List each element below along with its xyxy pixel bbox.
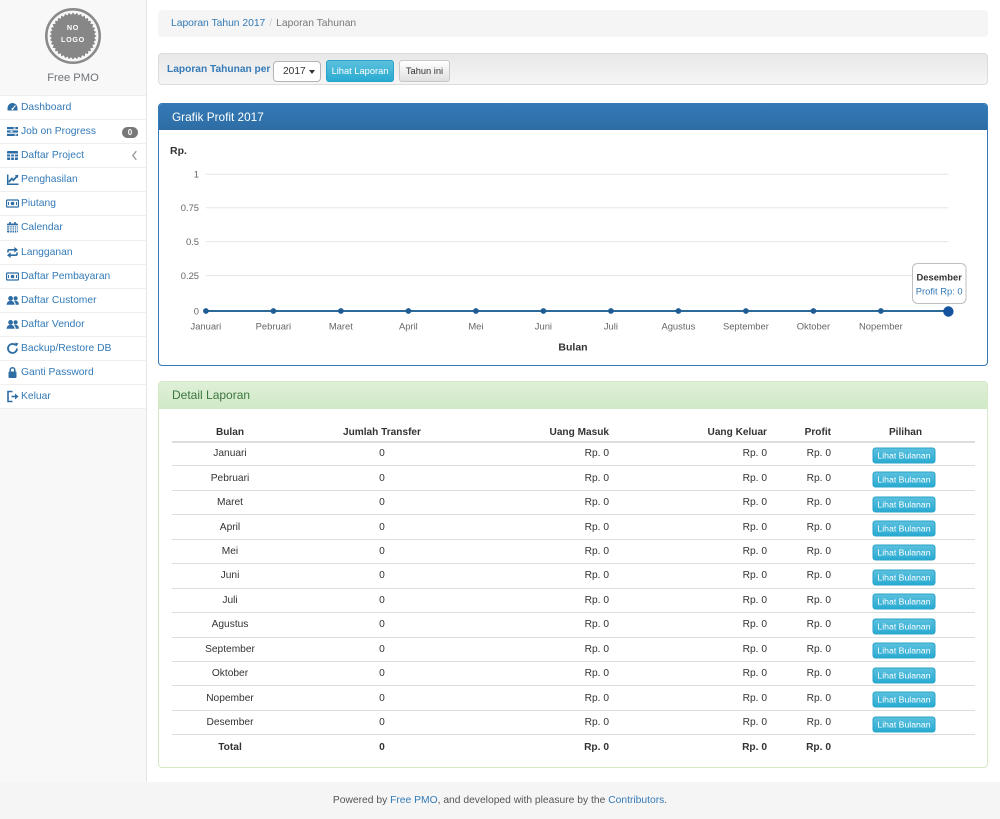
svg-text:Oktober: Oktober xyxy=(797,321,830,332)
svg-text:Profit Rp: 0: Profit Rp: 0 xyxy=(916,286,963,297)
svg-text:Nopember: Nopember xyxy=(859,321,903,332)
svg-text:Agustus: Agustus xyxy=(661,321,695,332)
svg-text:0.5: 0.5 xyxy=(186,236,199,247)
svg-text:Juni: Juni xyxy=(535,321,552,332)
svg-text:0.75: 0.75 xyxy=(181,202,199,213)
svg-text:Maret: Maret xyxy=(329,321,353,332)
svg-text:Pebruari: Pebruari xyxy=(256,321,291,332)
svg-text:NO: NO xyxy=(67,23,79,32)
svg-text:0.25: 0.25 xyxy=(181,270,199,281)
svg-text:September: September xyxy=(723,321,769,332)
svg-text:Januari: Januari xyxy=(191,321,222,332)
svg-text:0: 0 xyxy=(194,305,199,316)
svg-text:April: April xyxy=(399,321,418,332)
svg-text:1: 1 xyxy=(194,169,199,180)
svg-text:Mei: Mei xyxy=(468,321,483,332)
svg-text:Bulan: Bulan xyxy=(558,342,587,354)
svg-text:Juli: Juli xyxy=(604,321,618,332)
svg-text:Rp.: Rp. xyxy=(170,145,187,157)
svg-text:Desember: Desember xyxy=(917,272,963,283)
svg-text:LOGO: LOGO xyxy=(61,35,85,44)
